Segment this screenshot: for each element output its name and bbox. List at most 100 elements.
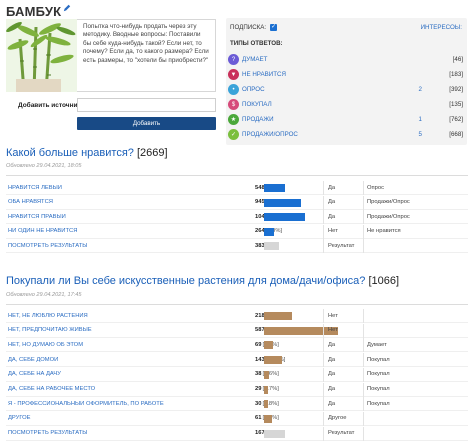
answer-label[interactable]: Оба нравятся (6, 199, 251, 205)
column-divider (363, 426, 364, 441)
answer-row: Да, себе на рабочее место 29[2.7%] Да Покуп… (6, 382, 468, 397)
answer-label[interactable]: Нет, предпочитаю живые (6, 327, 251, 333)
answer-bar (264, 198, 301, 207)
answer-type: Да (328, 184, 336, 191)
question-text[interactable]: Покупали ли Вы себе искусственные растен… (6, 275, 365, 287)
answer-type: Да (328, 199, 336, 206)
survey-icon: • (228, 84, 239, 95)
interests-link[interactable]: Интересоы: (421, 24, 462, 31)
sales-icon: ★ (228, 114, 239, 125)
column-divider (363, 239, 364, 254)
answer-bar (264, 400, 268, 409)
answer-tag: Покупал (367, 386, 390, 392)
type-name: Продажи (242, 116, 274, 123)
question-count: [1066] (368, 275, 400, 287)
answer-label[interactable]: Нравится правый (6, 214, 251, 220)
type-row-purchased[interactable]: $ Покупал [135] (226, 97, 467, 112)
answer-type: Да (328, 400, 336, 407)
question-text[interactable]: Какой больше нравится? (6, 147, 134, 159)
column-divider (363, 382, 364, 397)
answer-type: Нет (328, 312, 338, 319)
answer-row: Нет, не люблю растения218[20.5%]Нет (6, 309, 468, 323)
question-date: Обновлено 29.04.2021, 17:45 (6, 292, 82, 298)
answer-bar (264, 414, 272, 423)
answer-type: Другое (328, 415, 347, 422)
thinking-face-icon: ? (228, 54, 239, 65)
answer-bar (264, 429, 285, 438)
answer-type: Да (328, 356, 336, 363)
pencil-icon[interactable] (63, 4, 71, 12)
answer-row: Оба нравятся945[35.4%]ДаПродажи/Опрос (6, 195, 468, 210)
column-divider (323, 309, 324, 323)
column-divider (363, 309, 364, 323)
type-row-dislike[interactable]: ▼ Не нравится [183] (226, 67, 467, 82)
answer-number: 38 (255, 371, 262, 378)
type-name: Опрос (242, 86, 265, 93)
answer-type: Да (328, 371, 336, 378)
question-date: Обновлено 29.04.2021, 18:05 (6, 163, 82, 169)
sales-survey-icon: ✓ (228, 129, 239, 140)
answer-label[interactable]: Нравится левый (6, 185, 251, 191)
answer-label[interactable]: Посмотреть результаты (6, 430, 251, 436)
add-source-input[interactable] (77, 98, 216, 112)
question-title[interactable]: Покупали ли Вы себе искусственные растен… (6, 275, 399, 287)
answer-label[interactable]: Нет, но думаю об этом (6, 342, 251, 348)
answer-type: Да (328, 213, 336, 220)
question-title[interactable]: Какой больше нравится? [2669] (6, 147, 168, 159)
column-divider (323, 195, 324, 210)
answer-number: 61 (255, 415, 262, 422)
answer-bar (264, 184, 285, 192)
answer-tag: Продажи/Опрос (367, 213, 410, 220)
answer-tag: Думает (367, 341, 387, 348)
type-name: Продажи/Опрос (242, 131, 298, 138)
answer-label[interactable]: Нет, не люблю растения (6, 313, 251, 319)
answer-type: Нет (328, 228, 338, 235)
column-divider (323, 411, 324, 426)
answer-label[interactable]: Да, себе домой (6, 357, 251, 363)
type-name: Думает (242, 56, 268, 63)
type-total: [392] (449, 86, 463, 93)
type-row-thinks[interactable]: ? Думает [46] (226, 52, 467, 67)
answer-tag: Опрос (367, 184, 384, 191)
answer-tag: Покупал (367, 400, 390, 407)
column-divider (323, 224, 324, 239)
add-button[interactable]: Добавить (77, 117, 216, 130)
purchased-icon: $ (228, 99, 239, 110)
answer-tag: Не нравится (367, 228, 401, 235)
answer-label[interactable]: Да, себе на рабочее место (6, 386, 251, 392)
subscribe-row: Подписка: ✓ Интересоы: (226, 21, 467, 33)
type-row-sales-survey[interactable]: ✓ Продажи/Опрос 5 [668] (226, 127, 467, 142)
type-count: 2 (418, 86, 422, 93)
column-divider (323, 210, 324, 225)
divider (6, 304, 468, 305)
column-divider (323, 382, 324, 397)
column-divider (323, 367, 324, 382)
column-divider (323, 181, 324, 195)
answer-tag: Покупал (367, 356, 390, 363)
answer-bar (264, 213, 305, 222)
answer-type: Результат (328, 242, 355, 249)
column-divider (323, 323, 324, 338)
column-divider (363, 323, 364, 338)
answer-label[interactable]: Ни один не нравится (6, 228, 251, 234)
type-total: [762] (449, 116, 463, 123)
type-row-survey[interactable]: • Опрос 2 [392] (226, 82, 467, 97)
brand-title: БАМБУК (6, 3, 71, 19)
answer-type: Результат (328, 430, 355, 437)
answer-label[interactable]: Посмотреть результаты (6, 243, 251, 249)
type-row-sales[interactable]: ★ Продажи 1 [762] (226, 112, 467, 127)
answer-number: 29 (255, 386, 262, 392)
answer-row: Да, себе домой143[13.4%]ДаПокупал (6, 353, 468, 368)
column-divider (323, 397, 324, 412)
column-divider (363, 411, 364, 426)
answer-label[interactable]: Другое (6, 415, 251, 421)
subscribe-checkbox[interactable]: ✓ (270, 23, 278, 31)
type-total: [135] (449, 101, 463, 108)
column-divider (363, 181, 364, 195)
answer-label[interactable]: Да, себе на дачу (6, 371, 251, 377)
answer-row: Нравится левый548[20.5%]ДаОпрос (6, 181, 468, 195)
answer-row: Я - профессиональный оформитель, по рабо… (6, 397, 468, 412)
answer-bar (264, 341, 273, 350)
type-total: [668] (449, 131, 463, 138)
answer-label[interactable]: Я - профессиональный оформитель, по рабо… (6, 401, 251, 407)
